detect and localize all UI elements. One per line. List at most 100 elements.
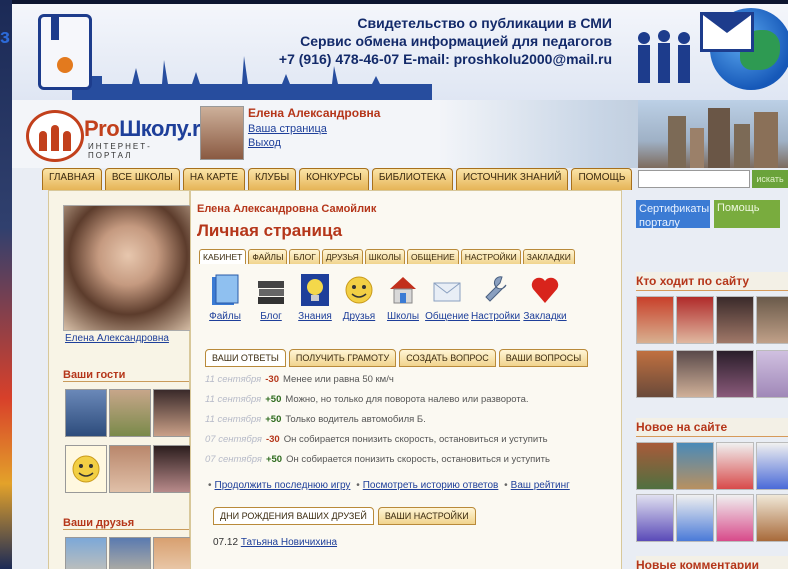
bookmarks-link[interactable]: Закладки xyxy=(521,273,569,322)
files-label: Файлы xyxy=(209,311,241,322)
visitor-avatar[interactable] xyxy=(716,296,754,344)
tab-blog[interactable]: БЛОГ xyxy=(289,249,320,264)
top-banner[interactable]: Свидетельство о публикации в СМИ Сервис … xyxy=(12,4,788,100)
communication-link[interactable]: Общение xyxy=(423,273,471,322)
knowledge-link[interactable]: Знания xyxy=(291,273,339,322)
visitor-avatar[interactable] xyxy=(716,350,754,398)
visitor-avatar[interactable] xyxy=(636,296,674,344)
answer-points: +50 xyxy=(265,394,282,405)
tab-create-question[interactable]: СОЗДАТЬ ВОПРОС xyxy=(399,349,496,367)
tab-communication[interactable]: ОБЩЕНИЕ xyxy=(407,249,459,264)
visitor-avatar[interactable] xyxy=(676,296,714,344)
logout-link[interactable]: Выход xyxy=(248,136,380,150)
nav-contests[interactable]: КОНКУРСЫ xyxy=(299,168,369,190)
friends-link[interactable]: Друзья xyxy=(335,273,383,322)
help-button[interactable]: Помощь xyxy=(714,200,780,228)
nav-all-schools[interactable]: ВСЕ ШКОЛЫ xyxy=(104,168,180,190)
answer-date: 07 сентября xyxy=(205,454,262,465)
bookmarks-label: Закладки xyxy=(523,311,567,322)
friend-avatar[interactable] xyxy=(65,537,107,569)
wrench-icon xyxy=(485,276,507,302)
communication-label: Общение xyxy=(425,311,469,322)
user-name: Елена Александровна xyxy=(248,106,381,120)
nav-library[interactable]: БИБЛИОТЕКА xyxy=(371,168,453,190)
user-avatar[interactable] xyxy=(200,106,244,160)
logo-subtitle: ИНТЕРНЕТ-ПОРТАЛ xyxy=(88,142,152,160)
edge-fragment: з xyxy=(0,26,10,48)
guest-avatar[interactable] xyxy=(65,445,107,493)
tab-friends[interactable]: ДРУЗЬЯ xyxy=(321,249,363,264)
certificates-button[interactable]: Сертификаты порталу xyxy=(636,200,710,229)
new-item-thumbnail[interactable] xyxy=(676,494,714,542)
search-button[interactable]: искать xyxy=(752,170,788,188)
answer-text: Он собирается понизить скорость, останов… xyxy=(283,434,548,445)
guest-avatar[interactable] xyxy=(109,389,151,437)
new-item-thumbnail[interactable] xyxy=(636,494,674,542)
smiley-avatar-icon xyxy=(72,455,100,483)
visitor-avatar[interactable] xyxy=(676,350,714,398)
new-item-thumbnail[interactable] xyxy=(756,494,788,542)
tab-get-certificate[interactable]: ПОЛУЧИТЬ ГРАМОТУ xyxy=(288,349,397,367)
friends-label: Друзья xyxy=(342,311,376,322)
friend-avatar[interactable] xyxy=(109,537,151,569)
new-item-thumbnail[interactable] xyxy=(716,442,754,490)
birthday-friend-link[interactable]: Татьяна Новичихина xyxy=(241,537,337,548)
knowledge-label: Знания xyxy=(298,311,332,322)
visitor-avatar[interactable] xyxy=(756,296,788,344)
continue-game-link[interactable]: Продолжить последнюю игру xyxy=(215,480,351,491)
friend-avatar[interactable] xyxy=(153,537,195,569)
tab-your-settings[interactable]: ВАШИ НАСТРОЙКИ xyxy=(377,507,476,525)
heart-icon xyxy=(531,277,559,303)
files-link[interactable]: Файлы xyxy=(201,273,249,322)
guest-avatar[interactable] xyxy=(153,389,195,437)
guest-avatar[interactable] xyxy=(65,389,107,437)
tab-settings[interactable]: НАСТРОЙКИ xyxy=(460,249,521,264)
new-item-thumbnail[interactable] xyxy=(676,442,714,490)
blog-label: Блог xyxy=(260,311,282,322)
settings-link[interactable]: Настройки xyxy=(471,273,520,322)
nav-main[interactable]: ГЛАВНАЯ xyxy=(42,168,102,190)
rating-link[interactable]: Ваш рейтинг xyxy=(511,480,570,491)
tab-cabinet[interactable]: КАБИНЕТ xyxy=(199,249,247,264)
browser-screen: Свидетельство о публикации в СМИ Сервис … xyxy=(12,4,788,569)
left-sidebar: Елена Александровна Ваши гости Ваши друз… xyxy=(48,190,195,569)
nav-knowledge-source[interactable]: ИСТОЧНИК ЗНАНИЙ xyxy=(455,168,569,190)
schools-link[interactable]: Школы xyxy=(379,273,427,322)
tab-your-questions[interactable]: ВАШИ ВОПРОСЫ xyxy=(498,349,589,367)
answer-row: 11 сентября +50 Можно, но только для повор… xyxy=(205,394,615,414)
logo-name: Школу.ru xyxy=(119,116,214,141)
profile-name-link[interactable]: Елена Александровна xyxy=(65,333,169,344)
guest-avatar[interactable] xyxy=(109,445,151,493)
site-header: ProШколу.ru ИНТЕРНЕТ-ПОРТАЛ Елена Алекса… xyxy=(12,100,788,168)
new-item-thumbnail[interactable] xyxy=(636,442,674,490)
blog-link[interactable]: Блог xyxy=(247,273,295,322)
city-photo xyxy=(638,100,788,168)
proshkolu-logo[interactable]: ProШколу.ru ИНТЕРНЕТ-ПОРТАЛ xyxy=(26,110,214,162)
nav-clubs[interactable]: КЛУБЫ xyxy=(248,168,297,190)
tab-files[interactable]: ФАЙЛЫ xyxy=(248,249,288,264)
nav-map[interactable]: НА КАРТЕ xyxy=(182,168,246,190)
visitor-avatar[interactable] xyxy=(756,350,788,398)
guests-heading: Ваши гости xyxy=(63,369,189,382)
new-item-thumbnail[interactable] xyxy=(716,494,754,542)
tab-bookmarks[interactable]: ЗАКЛАДКИ xyxy=(522,249,575,264)
schools-label: Школы xyxy=(386,311,420,322)
banner-line-2: Сервис обмена информацией для педагогов xyxy=(300,33,612,49)
tab-friends-birthdays[interactable]: ДНИ РОЖДЕНИЯ ВАШИХ ДРУЗЕЙ xyxy=(213,507,374,525)
answer-date: 11 сентября xyxy=(205,414,262,425)
guest-avatar[interactable] xyxy=(153,445,195,493)
tab-schools[interactable]: ШКОЛЫ xyxy=(364,249,406,264)
new-comments-heading: Новые комментарии xyxy=(636,556,788,569)
answers-history-link[interactable]: Посмотреть историю ответов xyxy=(363,480,499,491)
visitor-avatar[interactable] xyxy=(636,350,674,398)
new-item-thumbnail[interactable] xyxy=(756,442,788,490)
tab-your-answers[interactable]: ВАШИ ОТВЕТЫ xyxy=(205,349,286,367)
smiley-icon xyxy=(345,276,373,304)
profile-photo[interactable] xyxy=(63,205,193,331)
search-input[interactable] xyxy=(638,170,750,188)
nav-help[interactable]: ПОМОЩЬ xyxy=(571,168,633,190)
people-icon xyxy=(638,30,690,83)
files-icon xyxy=(212,274,239,305)
answer-text: Можно, но только для поворота налево или… xyxy=(285,394,529,405)
my-page-link[interactable]: Ваша страница xyxy=(248,122,380,136)
